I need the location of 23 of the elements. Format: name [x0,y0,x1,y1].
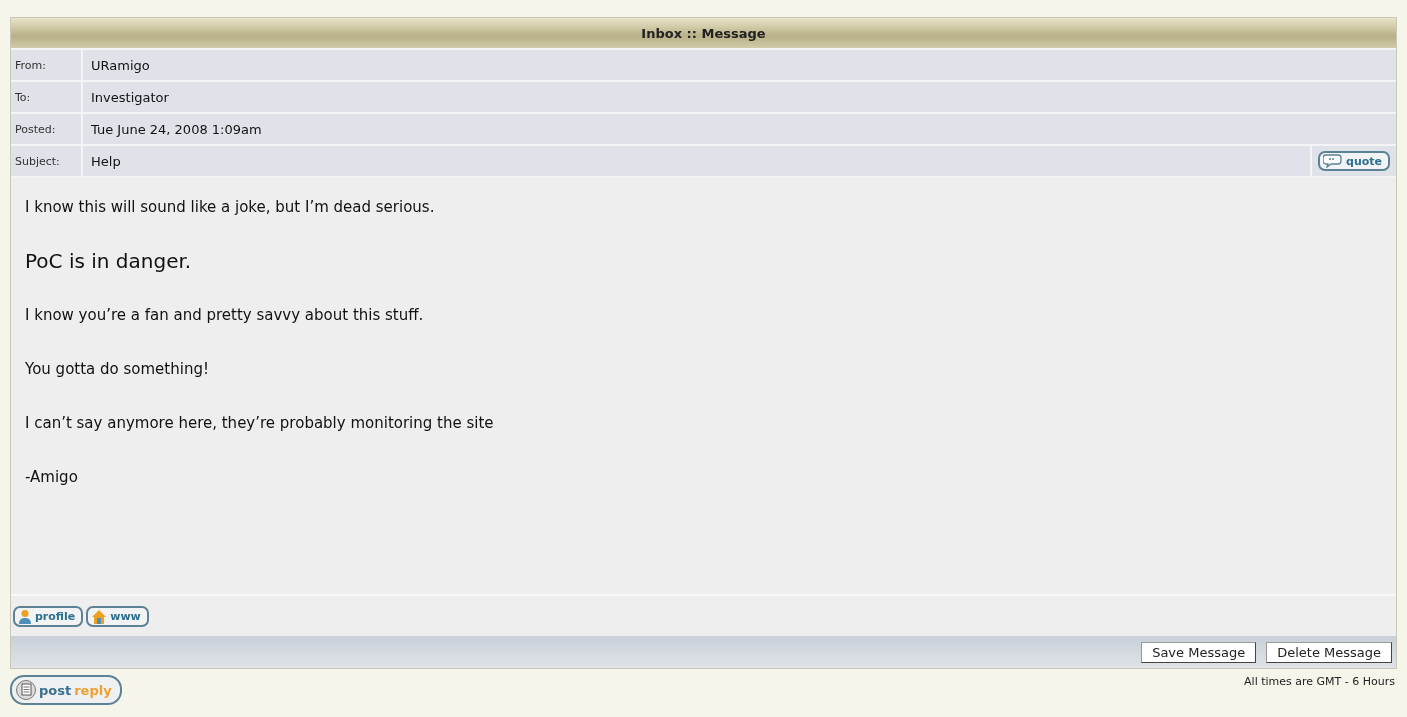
field-label: Subject: [11,146,83,176]
delete-button[interactable]: Delete Message [1266,641,1392,663]
panel-title: Inbox :: Message [11,18,1396,48]
message-paragraph: I know you’re a fan and pretty savvy about this stuff. [25,305,425,326]
house-icon [91,608,108,624]
field-value: Tue June 24, 2008 1:09am [90,120,263,139]
document-icon [16,680,36,700]
message-heading: PoC is in danger. [25,248,193,275]
message-paragraph: -Amigo [25,467,79,488]
speech-bubble-icon [1323,154,1343,168]
message-paragraph: You gotta do something! [25,359,210,380]
message-paragraph: I can’t say anymore here, they’re probably monitoring the site [25,413,495,434]
profile-button[interactable]: profile [13,605,84,627]
message-paragraph: I know this will sound like a joke, but I’m dead serious. [25,197,436,218]
website-button[interactable]: www [86,605,149,627]
field-value: Help [90,152,122,171]
quote-button[interactable]: quote [1318,151,1390,171]
field-value: Investigator [90,88,170,107]
timezone-note: All times are GMT - 6 Hours [1244,675,1395,688]
person-icon [18,608,32,624]
save-button[interactable]: Save Message [1141,641,1257,663]
post-reply-button[interactable]: post reply [10,675,122,705]
field-value: URamigo [90,56,151,75]
